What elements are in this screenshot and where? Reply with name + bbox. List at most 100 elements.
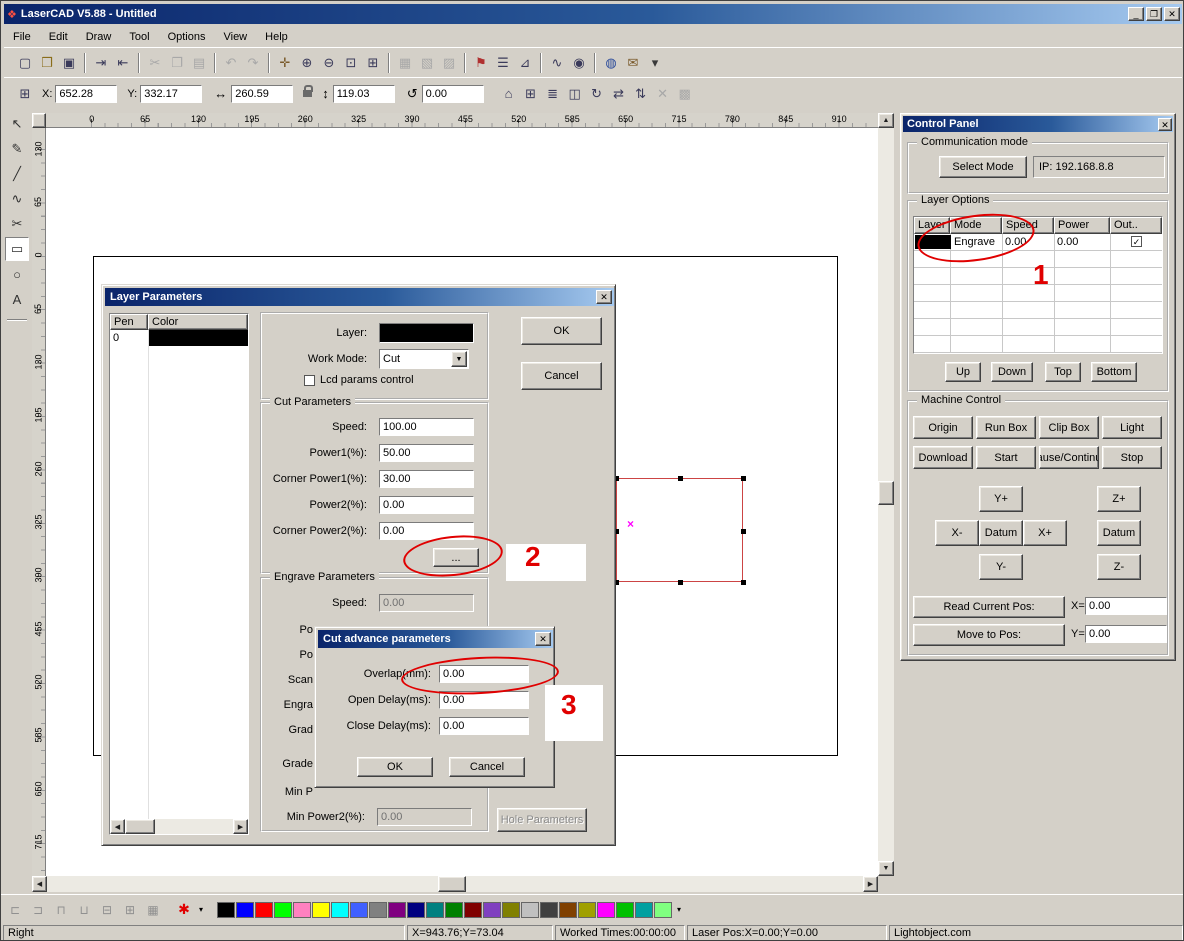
selected-rectangle[interactable]: × [616,478,743,582]
same-size-icon[interactable]: ▦ [143,900,163,920]
palette-swatch[interactable] [559,902,577,918]
palette-swatch[interactable] [293,902,311,918]
layer-up-button[interactable]: Up [945,362,981,382]
titlebar[interactable]: ❖ LaserCAD V5.88 - Untitled _ ❐ ✕ [4,4,1182,24]
advance-parameter-input[interactable] [439,665,529,683]
palette-swatch[interactable] [464,902,482,918]
vertical-scrollbar[interactable]: ▲ ▼ [878,113,894,876]
layer-column-header[interactable]: Layer [914,217,950,234]
x-position-input[interactable] [55,85,117,103]
export-icon[interactable]: ⇤ [112,52,134,74]
jog-x-plus-button[interactable]: X+ [1023,520,1067,546]
rectangle-tool[interactable]: ▭ [5,237,29,261]
menu-file[interactable]: File [4,28,40,46]
zoom-window-icon[interactable]: ⊡ [340,52,362,74]
stop-button[interactable]: Stop [1102,446,1162,469]
palette-swatch[interactable] [255,902,273,918]
pause-continue-button[interactable]: ause/Continu [1039,446,1099,469]
align-bottom-icon[interactable]: ⊔ [74,900,94,920]
palette-more-icon[interactable]: ▾ [199,905,203,914]
pen-column-header[interactable]: Pen [110,314,148,330]
vertical-scroll-thumb[interactable] [878,481,894,505]
advance-ok-button[interactable]: OK [357,757,433,777]
pick-icon[interactable]: ⚑ [470,52,492,74]
jog-z-minus-button[interactable]: Z- [1097,554,1141,580]
palette-swatch[interactable] [578,902,596,918]
ellipse-tool[interactable]: ○ [5,262,29,286]
layer-row[interactable]: Engrave 0.00 0.00 ✓ [914,234,1162,250]
group-icon[interactable]: ▦ [394,52,416,74]
trim-tool[interactable]: ✂ [5,212,29,236]
import-icon[interactable]: ⇥ [90,52,112,74]
restore-button[interactable]: ❐ [1146,7,1162,21]
scroll-right-icon[interactable]: ▶ [863,876,878,892]
cut-icon[interactable]: ✂ [144,52,166,74]
ungroup-icon[interactable]: ▧ [416,52,438,74]
message-icon[interactable]: ✉ [622,52,644,74]
menu-view[interactable]: View [214,28,256,46]
origin-button[interactable]: Origin [913,416,973,439]
cancel-button[interactable]: Cancel [521,362,602,390]
align-top-icon[interactable]: ⊓ [51,900,71,920]
node-edit-tool[interactable]: ✎ [5,137,29,161]
horizontal-scroll-thumb[interactable] [438,876,466,892]
open-icon[interactable]: ❒ [36,52,58,74]
mode-column-header[interactable]: Mode [950,217,1002,234]
advance-parameter-input[interactable] [439,717,529,735]
selection-handle[interactable] [678,580,683,585]
copy-icon[interactable]: ❐ [166,52,188,74]
cut-advance-button[interactable]: ... [433,548,479,567]
align-left-icon[interactable]: ⊏ [5,900,25,920]
zoom-in-icon[interactable]: ⊕ [296,52,318,74]
palette-swatch[interactable] [236,902,254,918]
output-column-header[interactable]: Out.. [1110,217,1162,234]
cut-parameter-input[interactable] [379,470,474,488]
minimize-button[interactable]: _ [1128,7,1144,21]
jog-y-minus-button[interactable]: Y- [979,554,1023,580]
lcd-params-checkbox[interactable] [304,375,315,386]
select-grid-icon[interactable]: ⊞ [14,83,36,105]
param-list-icon[interactable]: ☰ [492,52,514,74]
read-current-pos-button[interactable]: Read Current Pos: [913,596,1065,618]
palette-swatch[interactable] [540,902,558,918]
power-column-header[interactable]: Power [1054,217,1110,234]
palette-swatch[interactable] [369,902,387,918]
line-tool[interactable]: ╱ [5,162,29,186]
weight-icon[interactable]: ⌂ [498,83,520,105]
mirror-h-icon[interactable]: ⇄ [608,83,630,105]
palette-swatch[interactable] [426,902,444,918]
layer-top-button[interactable]: Top [1045,362,1081,382]
palette-swatch[interactable] [274,902,292,918]
cut-parameter-input[interactable] [379,522,474,540]
weld-icon[interactable]: ▨ [438,52,460,74]
move-to-pos-button[interactable]: Move to Pos: [913,624,1065,646]
advance-cancel-button[interactable]: Cancel [449,757,525,777]
polyline-tool[interactable]: ∿ [5,187,29,211]
clip-box-button[interactable]: Clip Box [1039,416,1099,439]
palette-swatch[interactable] [502,902,520,918]
layer-color-preview[interactable] [379,323,474,343]
palette-swatch[interactable] [597,902,615,918]
light-button[interactable]: Light [1102,416,1162,439]
cut-parameter-input[interactable] [379,418,474,436]
node-tools-icon[interactable]: ∿ [546,52,568,74]
center-h-icon[interactable]: ⊟ [97,900,117,920]
palette-swatch[interactable] [483,902,501,918]
pen-table-scrollbar[interactable]: ◀ ▶ [110,819,248,834]
palette-swatch[interactable] [217,902,235,918]
advance-parameter-input[interactable] [439,691,529,709]
select-tool[interactable]: ↖ [5,112,29,136]
palette-swatch[interactable] [445,902,463,918]
zoom-all-icon[interactable]: ⊞ [362,52,384,74]
nest-icon[interactable]: ◫ [564,83,586,105]
width-input[interactable] [231,85,293,103]
palette-swatch[interactable] [616,902,634,918]
cut-advance-close-icon[interactable]: ✕ [535,632,551,646]
layer-parameters-titlebar[interactable]: Layer Parameters ✕ [105,288,614,306]
y-position-input[interactable] [140,85,202,103]
horizontal-scrollbar[interactable]: ◀ ▶ [32,876,878,892]
output-checkbox[interactable]: ✓ [1131,236,1142,247]
jog-y-plus-button[interactable]: Y+ [979,486,1023,512]
palette-swatch[interactable] [350,902,368,918]
selection-handle[interactable] [741,476,746,481]
